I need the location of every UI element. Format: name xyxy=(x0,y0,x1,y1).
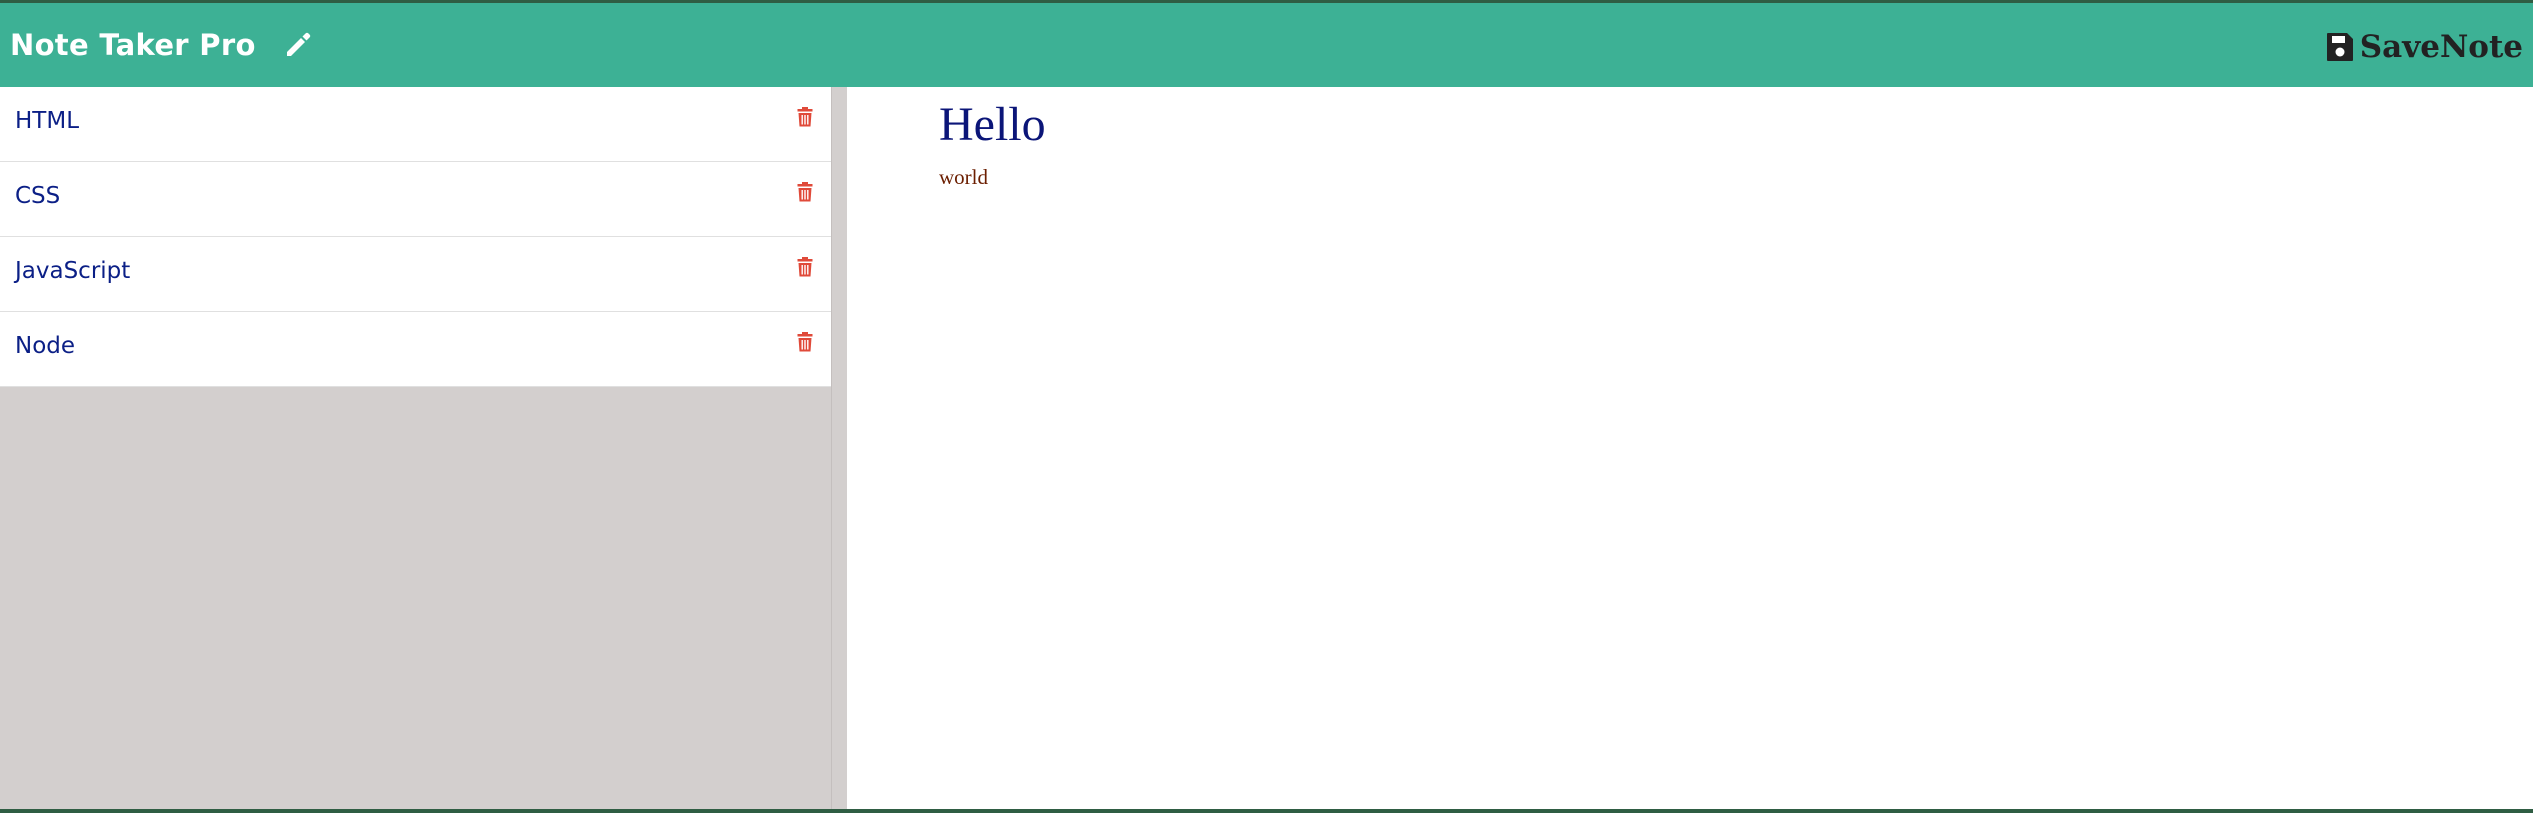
note-title-field[interactable]: Hello xyxy=(939,97,1046,152)
note-title[interactable]: Node xyxy=(15,333,75,359)
save-note-label: SaveNote xyxy=(2359,29,2523,65)
trash-icon[interactable] xyxy=(797,257,813,277)
note-list-item[interactable]: HTML xyxy=(0,87,831,162)
note-editor: Hello world xyxy=(847,87,2533,809)
app: Note Taker Pro SaveNote HTML CSS JavaScr… xyxy=(0,3,2533,809)
brand: Note Taker Pro xyxy=(10,25,314,65)
notes-sidebar: HTML CSS JavaScript Node xyxy=(0,87,832,809)
note-list-item[interactable]: Node xyxy=(0,312,831,387)
note-list-item[interactable]: CSS xyxy=(0,162,831,237)
app-title: Note Taker Pro xyxy=(10,28,256,62)
note-list-item[interactable]: JavaScript xyxy=(0,237,831,312)
note-title[interactable]: CSS xyxy=(15,183,60,209)
trash-icon[interactable] xyxy=(797,182,813,202)
trash-icon[interactable] xyxy=(797,332,813,352)
trash-icon[interactable] xyxy=(797,107,813,127)
pencil-icon[interactable] xyxy=(282,29,314,61)
note-title[interactable]: JavaScript xyxy=(15,258,130,284)
note-list: HTML CSS JavaScript Node xyxy=(0,87,831,387)
note-title[interactable]: HTML xyxy=(15,108,79,134)
navbar: Note Taker Pro SaveNote xyxy=(0,3,2533,87)
note-text-field[interactable]: world xyxy=(939,165,988,190)
save-note-button[interactable]: SaveNote xyxy=(2326,29,2523,65)
floppy-disk-icon xyxy=(2326,32,2354,62)
